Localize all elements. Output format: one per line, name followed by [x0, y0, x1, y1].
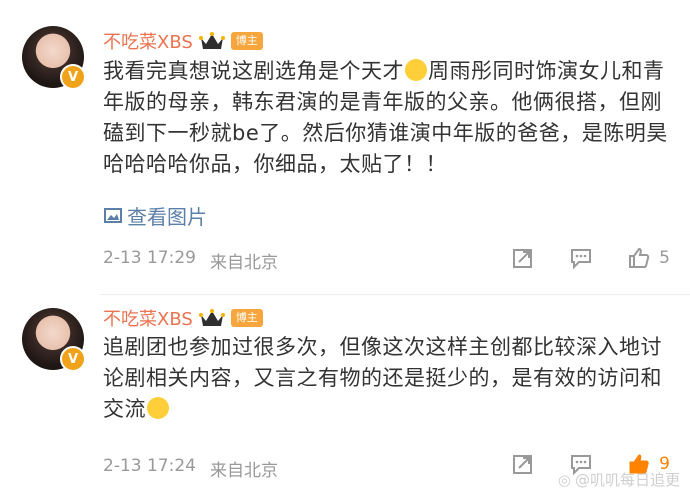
watermark: ◎ @叽叽每日追更 [558, 469, 680, 490]
share-button[interactable] [511, 246, 535, 270]
verified-badge-icon: V [60, 64, 86, 90]
comment-text: 追剧团也参加过很多次，但像这次这样主创都比较深入地讨论剧相关内容，又言之有物的还… [103, 332, 670, 425]
comment-icon [571, 249, 592, 270]
crown-icon [198, 32, 225, 49]
comment-1: V 不吃菜XBS 博主 我看完真想说这剧选角是个天才 周雨彤同时饰演女儿和青年版的… [0, 0, 690, 295]
view-images-label: 查看图片 [127, 205, 207, 229]
crown-icon [198, 309, 225, 326]
comment-text: 我看完真想说这剧选角是个天才 周雨彤同时饰演女儿和青年版的母亲，韩东君演的是青年版… [103, 56, 670, 180]
emoji-icon [147, 397, 169, 419]
comment-text-part1: 追剧团也参加过很多次，但像这次这样主创都比较深入地讨论剧相关内容，又言之有物的还… [103, 335, 662, 421]
share-button[interactable] [511, 452, 535, 476]
verified-badge-icon: V [60, 346, 86, 372]
image-icon [104, 207, 122, 223]
username[interactable]: 不吃菜XBS [103, 305, 193, 331]
avatar[interactable]: V [22, 308, 86, 372]
name-row: 不吃菜XBS 博主 [103, 28, 263, 54]
timestamp: 2-13 17:24 [103, 456, 196, 476]
like-count: 5 [659, 248, 670, 268]
timestamp: 2-13 17:29 [103, 248, 196, 268]
view-images-link[interactable]: 查看图片 [103, 201, 207, 230]
actions: 5 [511, 246, 670, 270]
like-button[interactable]: 5 [627, 246, 670, 270]
thumbs-up-icon [629, 247, 650, 268]
comment-text-part1: 我看完真想说这剧选角是个天才 [103, 59, 404, 83]
username[interactable]: 不吃菜XBS [103, 28, 193, 54]
watermark-text: @叽叽每日追更 [574, 471, 680, 489]
weibo-logo-icon: ◎ [557, 470, 571, 489]
name-row: 不吃菜XBS 博主 [103, 305, 263, 331]
location: 来自北京 [209, 461, 278, 481]
comment-button[interactable] [569, 246, 593, 270]
blogger-badge: 博主 [230, 32, 263, 50]
location: 来自北京 [209, 253, 278, 273]
laugh-cry-emoji-icon [405, 59, 427, 81]
blogger-badge: 博主 [230, 309, 263, 327]
share-icon [513, 455, 533, 474]
meta-row: 2-13 17:29 来自北京 [103, 248, 278, 273]
share-icon [513, 249, 533, 268]
avatar[interactable]: V [22, 26, 86, 90]
meta-row: 2-13 17:24 来自北京 [103, 456, 278, 481]
